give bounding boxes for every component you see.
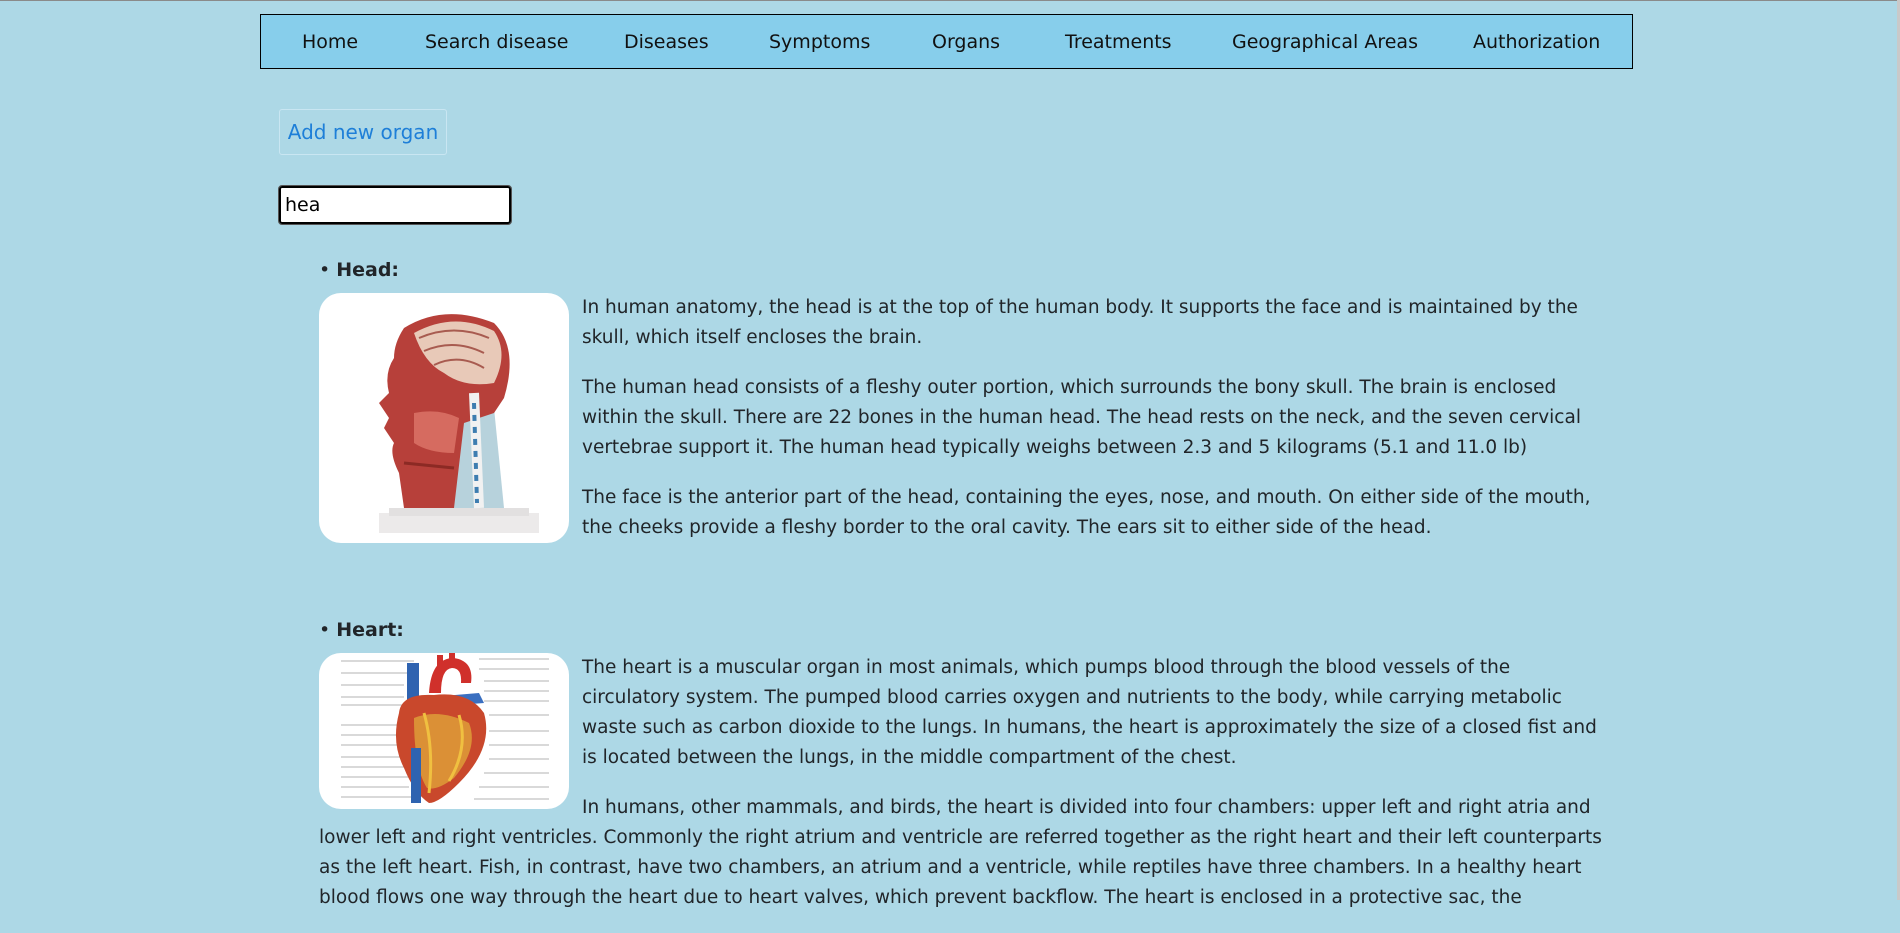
nav-treatments[interactable]: Treatments — [1065, 15, 1172, 70]
organ-entry-head: • Head: In human anatomy, the head is at… — [319, 258, 1609, 563]
bullet-icon: • — [319, 259, 331, 281]
nav-diseases[interactable]: Diseases — [624, 15, 709, 70]
organ-title-text: Head: — [336, 259, 400, 281]
head-anatomy-model-image — [319, 293, 569, 543]
nav-search-disease[interactable]: Search disease — [425, 15, 568, 70]
add-new-organ-button[interactable]: Add new organ — [279, 109, 447, 155]
organ-description: In human anatomy, the head is at the top… — [319, 293, 1609, 543]
organ-entry-heart: • Heart: The heart is a muscular organ i… — [319, 618, 1609, 933]
organ-title: • Head: — [319, 258, 1609, 282]
nav-home[interactable]: Home — [302, 15, 358, 70]
nav-organs[interactable]: Organs — [932, 15, 1000, 70]
organ-description: The heart is a muscular organ in most an… — [319, 653, 1609, 913]
window-top-border — [0, 0, 1900, 1]
nav-symptoms[interactable]: Symptoms — [769, 15, 870, 70]
organ-title-text: Heart: — [336, 619, 404, 641]
organ-paragraph: In humans, other mammals, and birds, the… — [319, 797, 1602, 908]
organ-search-input[interactable] — [278, 185, 512, 225]
bullet-icon: • — [319, 619, 331, 641]
organ-title: • Heart: — [319, 618, 1609, 642]
nav-geographical-areas[interactable]: Geographical Areas — [1232, 15, 1418, 70]
nav-authorization[interactable]: Authorization — [1473, 15, 1600, 70]
main-navbar: Home Search disease Diseases Symptoms Or… — [260, 14, 1633, 69]
heart-anatomy-diagram-image — [319, 653, 569, 809]
